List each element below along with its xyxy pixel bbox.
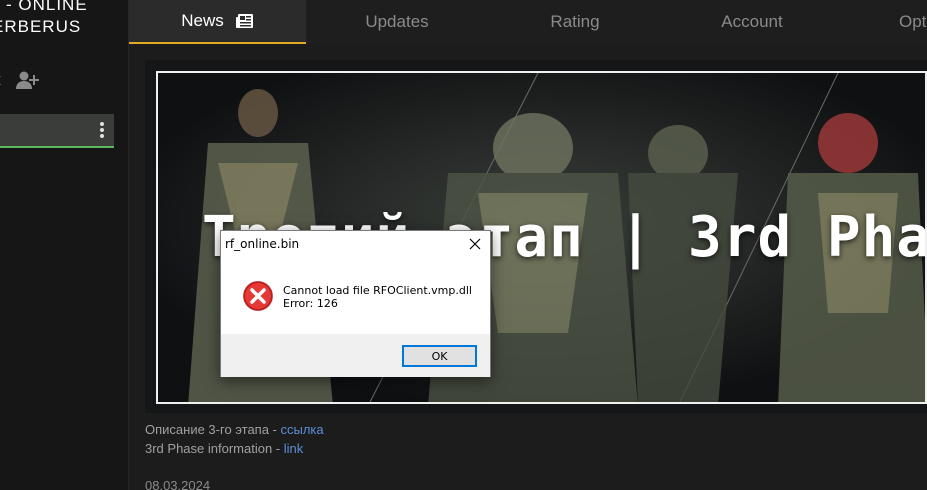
tab-news-label: News [181,11,224,30]
dialog-message-line-1: Cannot load file RFOClient.vmp.dll [283,284,472,297]
phase-description-ru-text: Описание 3-го этапа - [145,422,281,437]
tab-updates-label: Updates [365,12,429,31]
tab-account[interactable]: Account [662,0,842,44]
tab-rating[interactable]: Rating [488,0,662,44]
news-date: 08.03.2024 [145,478,211,490]
ok-button[interactable]: OK [402,345,477,367]
register-account-item[interactable]: t [0,68,39,92]
top-navigation: News Updates Rating Account Opt [129,0,927,44]
tab-options-label: Opt [899,12,927,31]
error-icon [242,280,274,312]
phase-description-ru-link[interactable]: ссылка [281,422,324,437]
tab-rating-label: Rating [550,12,600,31]
dialog-message-line-2: Error: 126 [283,297,338,310]
dialog-title: rf_online.bin [225,237,300,251]
register-account-label: t [0,70,1,90]
phase-description-ru: Описание 3-го этапа - ссылка [145,422,324,437]
kebab-menu-icon[interactable] [99,122,105,140]
tab-options[interactable]: Opt [842,0,927,44]
error-dialog: rf_online.bin Cannot load file RFOClient… [220,230,491,377]
close-glyph [469,238,481,250]
tab-news[interactable]: News [129,0,306,44]
phase-description-en: 3rd Phase information - link [145,441,303,456]
dialog-message: Cannot load file RFOClient.vmp.dll Error… [283,284,472,310]
user-plus-icon [15,71,39,89]
brand-line-2: ERBERUS [0,17,82,36]
dialog-footer: OK [221,334,490,377]
brand-logo-text: - ONLINE ERBERUS [0,0,128,38]
tab-updates[interactable]: Updates [306,0,488,44]
sidebar-selected-item[interactable] [0,114,114,148]
close-icon[interactable] [464,233,486,255]
phase-description-en-text: 3rd Phase information - [145,441,284,456]
sidebar: - ONLINE ERBERUS t [0,0,128,490]
brand-line-1: - ONLINE [6,0,88,14]
sidebar-divider [128,0,129,490]
tab-account-label: Account [721,12,783,31]
newspaper-icon [235,14,253,28]
phase-description-en-link[interactable]: link [284,441,304,456]
